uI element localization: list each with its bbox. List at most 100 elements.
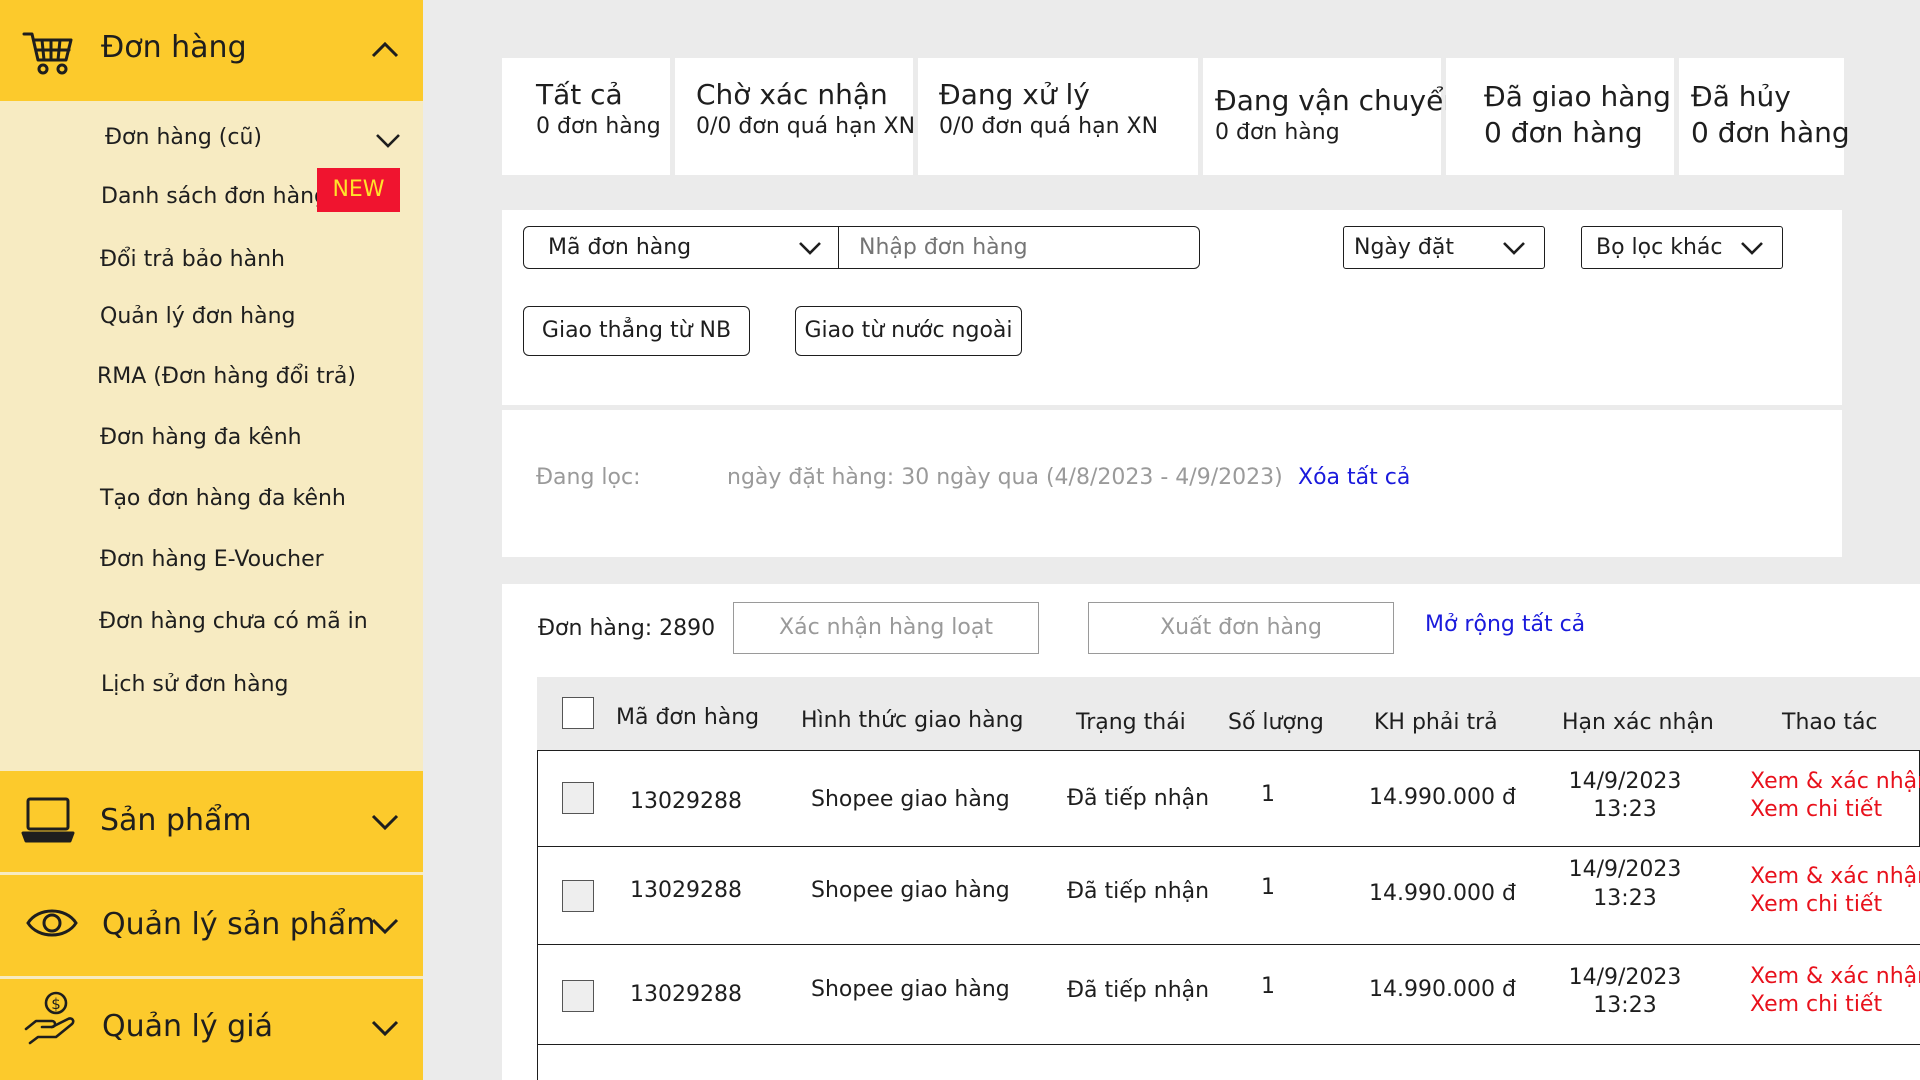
order-id: 13029288 — [630, 789, 742, 814]
sidebar-item-label: RMA (Đơn hàng đổi trả) — [97, 364, 356, 389]
filter-chip-foreign[interactable]: Giao từ nước ngoài — [795, 306, 1022, 356]
tab-delivered[interactable]: Đã giao hàng 0 đơn hàng — [1446, 58, 1674, 175]
row-checkbox[interactable] — [562, 980, 594, 1012]
sidebar-item-order-list[interactable]: Danh sách đơn hàng — [101, 184, 328, 209]
tab-shipping[interactable]: Đang vận chuyển 0 đơn hàng — [1203, 58, 1461, 175]
sidebar-item-unprinted-orders[interactable]: Đơn hàng chưa có mã in — [99, 609, 368, 634]
date-filter-label: Ngày đặt — [1354, 235, 1454, 260]
hand-coin-icon: $ — [24, 989, 76, 1045]
view-confirm-link[interactable]: Xem & xác nhận — [1750, 963, 1920, 991]
clear-all-filters-link[interactable]: Xóa tất cả — [1298, 465, 1410, 490]
sidebar-section-manage-products[interactable]: Quản lý sản phẩm — [0, 875, 423, 976]
header-quantity: Số lượng — [1228, 710, 1324, 735]
table-row[interactable] — [537, 750, 1920, 847]
order-count: Đơn hàng: 2890 — [538, 616, 716, 641]
sidebar-section-orders[interactable]: Đơn hàng — [0, 0, 423, 101]
table-row[interactable] — [537, 1045, 1920, 1080]
sidebar-section-pricing[interactable]: $ Quản lý giá — [0, 979, 423, 1080]
tab-all[interactable]: Tất cả 0 đơn hàng — [502, 58, 670, 175]
sidebar-item-label: Đơn hàng E-Voucher — [100, 547, 324, 572]
sidebar-item-evoucher-orders[interactable]: Đơn hàng E-Voucher — [100, 547, 324, 572]
active-filter-value: ngày đặt hàng: 30 ngày qua (4/8/2023 - 4… — [727, 465, 1283, 490]
tab-title: Đã hủy — [1691, 80, 1791, 113]
sidebar-item-multichannel-orders[interactable]: Đơn hàng đa kênh — [100, 425, 302, 450]
view-confirm-link[interactable]: Xem & xác nhận — [1750, 768, 1920, 796]
sidebar-item-label: Lịch sử đơn hàng — [101, 672, 289, 697]
chevron-down-icon — [1740, 241, 1764, 257]
cart-icon — [22, 26, 74, 78]
tab-processing[interactable]: Đang xử lý 0/0 đơn quá hạn XN — [918, 58, 1198, 175]
laptop-icon — [20, 795, 75, 847]
header-amount: KH phải trả — [1374, 710, 1498, 735]
table-row[interactable] — [537, 847, 1920, 945]
sidebar-section-products[interactable]: Sản phẩm — [0, 771, 423, 872]
sidebar-section-orders-label: Đơn hàng — [101, 30, 247, 65]
order-status: Đã tiếp nhận — [1067, 978, 1210, 1003]
chevron-down-icon[interactable] — [370, 813, 400, 833]
view-confirm-link[interactable]: Xem & xác nhận — [1750, 863, 1920, 891]
view-detail-link[interactable]: Xem chi tiết — [1750, 891, 1882, 919]
view-detail-link[interactable]: Xem chi tiết — [1750, 796, 1882, 824]
sidebar-section-pricing-label: Quản lý giá — [102, 1009, 273, 1044]
deadline-time: 13:23 — [1593, 797, 1657, 822]
table-row[interactable] — [537, 945, 1920, 1045]
tab-title: Đang xử lý — [939, 78, 1090, 111]
date-filter-select[interactable]: Ngày đặt — [1343, 226, 1545, 269]
active-filter-label: Đang lọc: — [536, 465, 641, 490]
chevron-down-icon — [798, 241, 822, 257]
sidebar-item-label: Quản lý đơn hàng — [100, 304, 296, 329]
sidebar-item-create-multichannel-order[interactable]: Tạo đơn hàng đa kênh — [100, 486, 346, 511]
select-all-checkbox[interactable] — [562, 697, 594, 729]
header-actions: Thao tác — [1782, 710, 1878, 735]
tab-subtitle: 0 đơn hàng — [536, 114, 661, 139]
filter-chip-domestic[interactable]: Giao thẳng từ NB — [523, 306, 750, 356]
tab-cancelled[interactable]: Đã hủy 0 đơn hàng — [1679, 58, 1850, 175]
row-checkbox[interactable] — [562, 880, 594, 912]
chevron-up-icon[interactable] — [370, 39, 400, 59]
order-amount: 14.990.000 đ — [1369, 785, 1516, 810]
sidebar-item-label: Danh sách đơn hàng — [101, 184, 328, 209]
shipping-method: Shopee giao hàng — [811, 878, 1010, 903]
other-filter-label: Bọ lọc khác — [1596, 235, 1723, 260]
search-input[interactable] — [838, 226, 1200, 269]
tab-subtitle: 0/0 đơn quá hạn XN — [696, 114, 916, 139]
view-detail-link[interactable]: Xem chi tiết — [1750, 991, 1882, 1019]
shipping-method: Shopee giao hàng — [811, 787, 1010, 812]
order-id: 13029288 — [630, 878, 742, 903]
sidebar-item-order-management[interactable]: Quản lý đơn hàng — [100, 304, 296, 329]
row-checkbox[interactable] — [562, 782, 594, 814]
deadline-time: 13:23 — [1593, 886, 1657, 911]
sidebar-item-label: Đơn hàng chưa có mã in — [99, 609, 368, 634]
order-quantity: 1 — [1261, 782, 1275, 807]
chevron-down-icon — [1502, 241, 1526, 257]
bulk-confirm-button[interactable]: Xác nhận hàng loạt — [733, 602, 1039, 654]
sidebar: Đơn hàng Đơn hàng (cũ) Danh sách đơn hàn… — [0, 0, 423, 1080]
chevron-down-icon[interactable] — [370, 1019, 400, 1039]
order-amount: 14.990.000 đ — [1369, 977, 1516, 1002]
sidebar-item-rma[interactable]: RMA (Đơn hàng đổi trả) — [97, 364, 356, 389]
other-filter-select[interactable]: Bọ lọc khác — [1581, 226, 1783, 269]
eye-icon — [26, 903, 78, 955]
deadline-date: 14/9/2023 — [1568, 769, 1682, 794]
sidebar-item-old-orders[interactable]: Đơn hàng (cũ) — [105, 125, 262, 150]
chevron-down-icon[interactable] — [375, 133, 401, 149]
order-status: Đã tiếp nhận — [1067, 786, 1210, 811]
tab-title: Chờ xác nhận — [696, 78, 888, 111]
expand-all-link[interactable]: Mở rộng tất cả — [1425, 612, 1585, 637]
new-badge: NEW — [317, 168, 400, 212]
header-order-id: Mã đơn hàng — [616, 705, 760, 730]
svg-text:$: $ — [51, 995, 61, 1013]
search-type-label: Mã đơn hàng — [548, 235, 692, 260]
sidebar-item-label: Đơn hàng đa kênh — [100, 425, 302, 450]
header-deadline: Hạn xác nhận — [1562, 710, 1714, 735]
sidebar-item-label: Tạo đơn hàng đa kênh — [100, 486, 346, 511]
sidebar-item-returns-warranty[interactable]: Đổi trả bảo hành — [100, 247, 285, 272]
sidebar-item-order-history[interactable]: Lịch sử đơn hàng — [101, 672, 289, 697]
search-type-select[interactable]: Mã đơn hàng — [523, 226, 841, 269]
deadline-time: 13:23 — [1593, 993, 1657, 1018]
order-quantity: 1 — [1261, 974, 1275, 999]
chevron-down-icon[interactable] — [370, 917, 400, 937]
export-orders-button[interactable]: Xuất đơn hàng — [1088, 602, 1394, 654]
tab-title: Đang vận chuyển — [1215, 84, 1462, 117]
tab-pending-confirmation[interactable]: Chờ xác nhận 0/0 đơn quá hạn XN — [675, 58, 916, 175]
